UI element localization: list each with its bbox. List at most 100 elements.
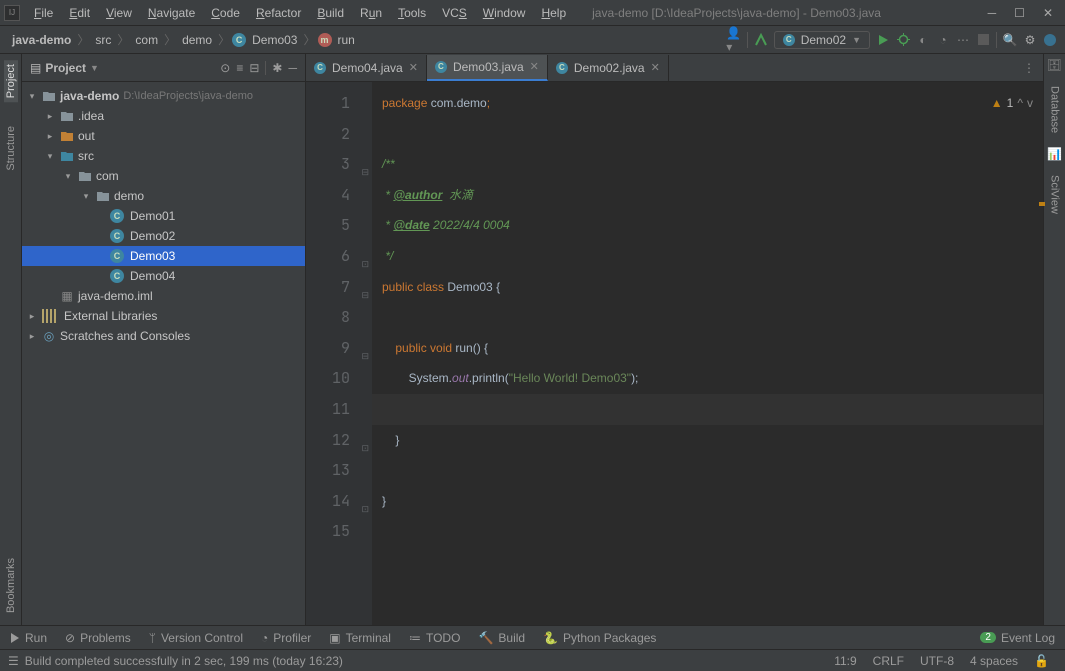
menu-refactor[interactable]: Refactor xyxy=(250,4,307,22)
breadcrumb-com[interactable]: com xyxy=(131,33,162,47)
class-icon: C xyxy=(556,62,568,74)
tree-src[interactable]: ▾ src xyxy=(22,146,305,166)
breadcrumb-class[interactable]: Demo03 xyxy=(248,33,301,47)
class-icon: C xyxy=(110,229,124,243)
menu-build[interactable]: Build xyxy=(311,4,350,22)
ide-assistant-icon[interactable] xyxy=(1043,33,1057,47)
tree-idea[interactable]: ▸ .idea xyxy=(22,106,305,126)
select-opened-icon[interactable]: ⊙ xyxy=(220,61,230,75)
settings-icon[interactable]: ⚙ xyxy=(1023,33,1037,47)
tab-sciview[interactable]: SciView xyxy=(1048,171,1062,218)
editor-area: C Demo04.java ✕ C Demo03.java ✕ C Demo02… xyxy=(306,54,1043,625)
tree-demo02[interactable]: C Demo02 xyxy=(22,226,305,246)
tool-python[interactable]: 🐍Python Packages xyxy=(543,631,656,645)
profiler-icon: ◔ xyxy=(261,631,268,645)
close-button[interactable]: ✕ xyxy=(1043,6,1053,20)
coverage-button[interactable]: ◐ xyxy=(916,33,930,47)
code-content[interactable]: ▲ 1 ^ v package com.demo; /** * @author … xyxy=(372,82,1043,625)
bottom-toolbar: Run ⊘Problems ᛘVersion Control ◔Profiler… xyxy=(0,625,1065,649)
settings-icon[interactable]: ✱ xyxy=(272,61,282,75)
tree-iml[interactable]: ▦ java-demo.iml xyxy=(22,286,305,306)
tree-com[interactable]: ▾ com xyxy=(22,166,305,186)
search-icon[interactable]: 🔍 xyxy=(1003,33,1017,47)
menu-run[interactable]: Run xyxy=(354,4,388,22)
debug-button[interactable] xyxy=(896,33,910,47)
menu-bar: File Edit View Navigate Code Refactor Bu… xyxy=(28,4,572,22)
minimize-button[interactable]: ─ xyxy=(988,6,997,20)
tool-run[interactable]: Run xyxy=(10,631,47,645)
tab-bookmarks[interactable]: Bookmarks xyxy=(4,554,18,617)
class-icon: C xyxy=(232,33,246,47)
nav-bar: java-demo 〉 src 〉 com 〉 demo 〉 C Demo03 … xyxy=(0,26,1065,54)
tab-demo04[interactable]: C Demo04.java ✕ xyxy=(306,55,427,81)
database-icon[interactable]: 🗄 xyxy=(1047,58,1062,72)
close-tab-icon[interactable]: ✕ xyxy=(530,60,539,73)
profile-button[interactable]: ◔ xyxy=(936,33,950,47)
status-lock-icon[interactable]: 🔓 xyxy=(1026,654,1057,668)
run-config-selector[interactable]: C Demo02 ▼ xyxy=(774,31,870,49)
code-editor[interactable]: 12 3⊟45 6⊡ 7⊟8 9⊟1011 12⊡13 14⊡15 ▲ 1 ^ … xyxy=(306,82,1043,625)
chevron-down-icon: ▼ xyxy=(852,35,861,45)
editor-tabs: C Demo04.java ✕ C Demo03.java ✕ C Demo02… xyxy=(306,54,1043,82)
tree-scratches[interactable]: ▸◎ Scratches and Consoles xyxy=(22,326,305,346)
breadcrumb-root[interactable]: java-demo xyxy=(8,33,75,47)
expand-all-icon[interactable]: ≡ xyxy=(236,61,243,75)
tree-out[interactable]: ▸ out xyxy=(22,126,305,146)
stop-button[interactable] xyxy=(976,33,990,47)
method-icon: m xyxy=(318,33,332,47)
tree-demo04[interactable]: C Demo04 xyxy=(22,266,305,286)
status-indent[interactable]: 4 spaces xyxy=(962,654,1026,668)
tree-demo03[interactable]: C Demo03 xyxy=(22,246,305,266)
tool-vcs[interactable]: ᛘVersion Control xyxy=(149,631,243,645)
add-user-icon[interactable]: 👤▾ xyxy=(727,33,741,47)
close-tab-icon[interactable]: ✕ xyxy=(651,61,660,74)
status-encoding[interactable]: UTF-8 xyxy=(912,654,962,668)
menu-vcs[interactable]: VCS xyxy=(436,4,473,22)
build-icon[interactable] xyxy=(754,33,768,47)
menu-view[interactable]: View xyxy=(100,4,138,22)
tool-build[interactable]: 🔨Build xyxy=(478,631,525,645)
collapse-all-icon[interactable]: ⊟ xyxy=(249,61,259,75)
breadcrumb-demo[interactable]: demo xyxy=(178,33,216,47)
menu-code[interactable]: Code xyxy=(205,4,246,22)
class-icon: C xyxy=(314,62,326,74)
status-message: Build completed successfully in 2 sec, 1… xyxy=(25,654,343,668)
status-eol[interactable]: CRLF xyxy=(865,654,912,668)
status-position[interactable]: 11:9 xyxy=(826,654,864,668)
tool-problems[interactable]: ⊘Problems xyxy=(65,631,131,645)
breadcrumb-method[interactable]: run xyxy=(334,33,359,47)
hide-panel-icon[interactable]: ─ xyxy=(288,61,297,75)
title-bar: IJ File Edit View Navigate Code Refactor… xyxy=(0,0,1065,26)
tree-demo[interactable]: ▾ demo xyxy=(22,186,305,206)
project-tree[interactable]: ▾ java-demo D:\IdeaProjects\java-demo ▸ … xyxy=(22,82,305,625)
warning-stripe[interactable] xyxy=(1039,202,1045,206)
tree-demo01[interactable]: C Demo01 xyxy=(22,206,305,226)
tab-demo03[interactable]: C Demo03.java ✕ xyxy=(427,55,548,81)
tab-structure[interactable]: Structure xyxy=(4,122,18,175)
tool-event-log[interactable]: 2 Event Log xyxy=(980,631,1055,645)
tool-profiler[interactable]: ◔Profiler xyxy=(261,631,311,645)
status-menu-icon[interactable]: ☰ xyxy=(8,654,19,668)
close-tab-icon[interactable]: ✕ xyxy=(409,61,418,74)
run-button[interactable] xyxy=(876,33,890,47)
menu-window[interactable]: Window xyxy=(477,4,532,22)
tab-demo02[interactable]: C Demo02.java ✕ xyxy=(548,55,669,81)
project-panel-header: ▤Project ▼ ⊙ ≡ ⊟ ✱ ─ xyxy=(22,54,305,82)
menu-file[interactable]: File xyxy=(28,4,59,22)
menu-tools[interactable]: Tools xyxy=(392,4,432,22)
warning-icon: ⊘ xyxy=(65,631,75,645)
tree-root[interactable]: ▾ java-demo D:\IdeaProjects\java-demo xyxy=(22,86,305,106)
more-run-icon[interactable]: ⋯ xyxy=(956,33,970,47)
breadcrumb-src[interactable]: src xyxy=(91,33,115,47)
tool-todo[interactable]: ≔TODO xyxy=(409,631,460,645)
maximize-button[interactable]: ☐ xyxy=(1014,6,1025,20)
tree-ext-libs[interactable]: ▸ External Libraries xyxy=(22,306,305,326)
menu-edit[interactable]: Edit xyxy=(63,4,96,22)
tab-project[interactable]: Project xyxy=(4,60,18,102)
sciview-icon[interactable]: 📊 xyxy=(1047,147,1062,161)
tool-terminal[interactable]: ▣Terminal xyxy=(329,631,391,645)
tab-database[interactable]: Database xyxy=(1048,82,1062,137)
menu-help[interactable]: Help xyxy=(535,4,572,22)
menu-navigate[interactable]: Navigate xyxy=(142,4,201,22)
editor-more-icon[interactable]: ⋮ xyxy=(1015,61,1043,75)
